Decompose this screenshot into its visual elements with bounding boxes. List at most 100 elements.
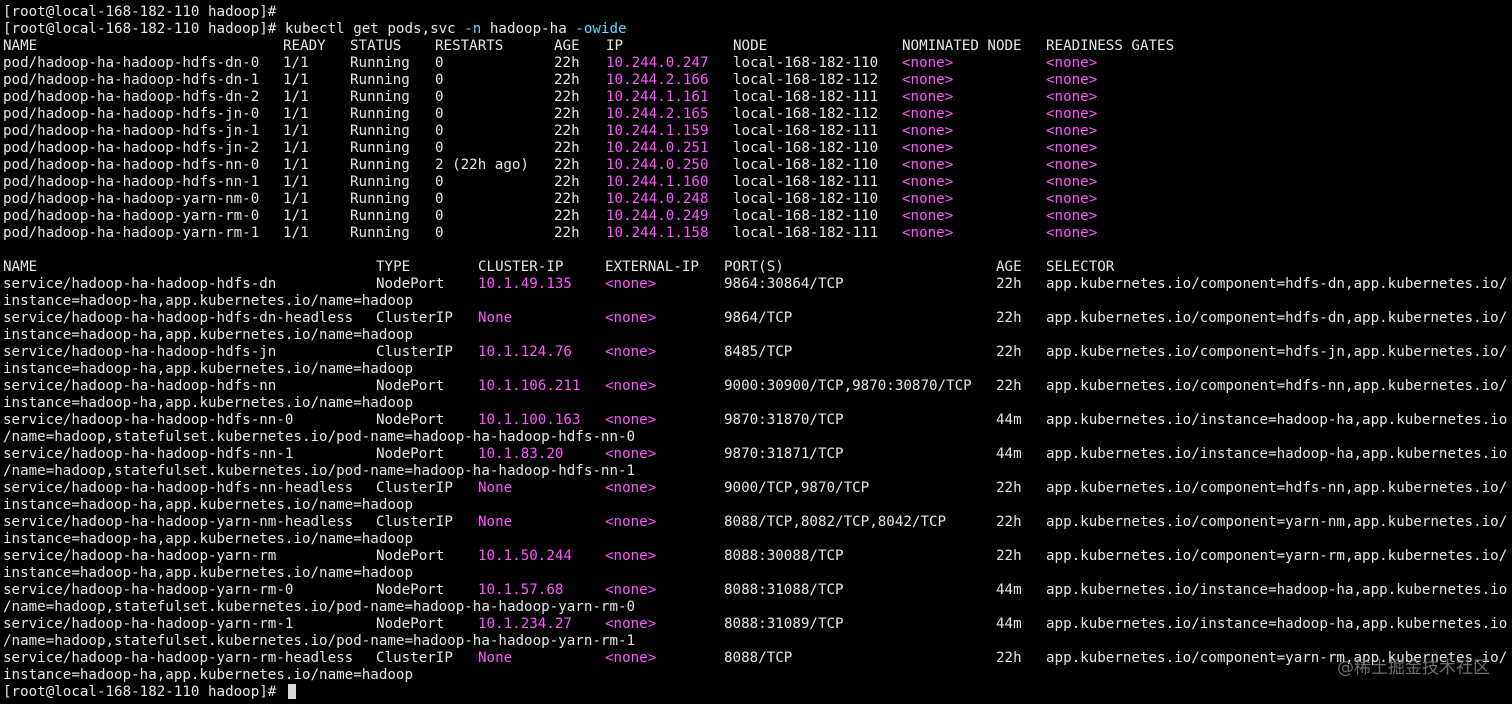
- cluster-ip-cell: 10.1.124.76: [478, 344, 572, 360]
- selector-continuation: instance=hadoop-ha,app.kubernetes.io/nam…: [3, 497, 413, 513]
- nominated-node-header: NOMINATED NODE: [902, 38, 1022, 54]
- selector-cell: app.kubernetes.io/instance=hadoop-ha,app…: [1046, 616, 1508, 632]
- selector-continuation: instance=hadoop-ha,app.kubernetes.io/nam…: [3, 293, 413, 309]
- service-name-cell: service/hadoop-ha-hadoop-hdfs-nn: [3, 378, 277, 394]
- table-row: pod/hadoop-ha-hadoop-yarn-nm-0 1/1 Running…: [3, 191, 1512, 208]
- age-cell: 22h: [554, 89, 580, 105]
- command-line: [root@local-168-182-110 hadoop]# kubectl…: [3, 21, 1512, 38]
- pod-name-cell: pod/hadoop-ha-hadoop-hdfs-dn-0: [3, 55, 260, 71]
- ip-cell: 10.244.0.248: [606, 191, 709, 207]
- table-row: pod/hadoop-ha-hadoop-hdfs-jn-0 1/1 Running…: [3, 106, 1512, 123]
- selector-continuation: instance=hadoop-ha,app.kubernetes.io/nam…: [3, 327, 413, 343]
- ports-cell: 8485/TCP: [724, 344, 793, 360]
- restarts-cell: 0: [435, 72, 444, 88]
- ready-cell: 1/1: [283, 191, 309, 207]
- ip-header: IP: [606, 38, 624, 54]
- external-ip-cell: <none>: [605, 548, 657, 564]
- external-ip-cell: <none>: [605, 616, 657, 632]
- table-row: service/hadoop-ha-hadoop-yarn-rm NodePort…: [3, 548, 1512, 565]
- selector-continuation: instance=hadoop-ha,app.kubernetes.io/nam…: [3, 395, 413, 411]
- external-ip-header: EXTERNAL-IP: [605, 259, 699, 275]
- pod-name-header: NAME: [3, 38, 38, 54]
- age-cell: 22h: [554, 174, 580, 190]
- terminal-window[interactable]: [root@local-168-182-110 hadoop]# [root@l…: [3, 4, 1512, 701]
- service-name-cell: service/hadoop-ha-hadoop-yarn-rm-0: [3, 582, 294, 598]
- command-namespace: hadoop-ha: [481, 21, 576, 37]
- selector-continuation: /name=hadoop,statefulset.kubernetes.io/p…: [3, 633, 636, 649]
- nominated-node-cell: <none>: [902, 89, 954, 105]
- pod-name-cell: pod/hadoop-ha-hadoop-hdfs-jn-0: [3, 106, 260, 122]
- status-cell: Running: [350, 174, 410, 190]
- selector-continuation: /name=hadoop,statefulset.kubernetes.io/p…: [3, 463, 636, 479]
- cursor-block-icon: [287, 684, 296, 699]
- selector-continuation: /name=hadoop,statefulset.kubernetes.io/p…: [3, 599, 636, 615]
- status-cell: Running: [350, 55, 410, 71]
- node-cell: local-168-182-110: [733, 191, 879, 207]
- type-cell: NodePort: [376, 582, 445, 598]
- pod-name-cell: pod/hadoop-ha-hadoop-hdfs-dn-1: [3, 72, 260, 88]
- type-cell: NodePort: [376, 548, 445, 564]
- table-row: pod/hadoop-ha-hadoop-hdfs-jn-1 1/1 Running…: [3, 123, 1512, 140]
- table-row: pod/hadoop-ha-hadoop-hdfs-dn-2 1/1 Running…: [3, 89, 1512, 106]
- status-cell: Running: [350, 225, 410, 241]
- prompt: [root@local-168-182-110 hadoop]#: [3, 684, 285, 700]
- restarts-cell: 0: [435, 140, 444, 156]
- cluster-ip-cell: None: [478, 480, 513, 496]
- cluster-ip-cell: 10.1.106.211: [478, 378, 581, 394]
- external-ip-cell: <none>: [605, 446, 657, 462]
- ip-cell: 10.244.2.166: [606, 72, 709, 88]
- restarts-cell: 0: [435, 208, 444, 224]
- cluster-ip-cell: None: [478, 514, 513, 530]
- external-ip-cell: <none>: [605, 650, 657, 666]
- nominated-node-cell: <none>: [902, 72, 954, 88]
- selector-continuation: instance=hadoop-ha,app.kubernetes.io/nam…: [3, 361, 413, 377]
- age-cell: 22h: [554, 157, 580, 173]
- age-cell: 22h: [554, 140, 580, 156]
- ports-cell: 9000/TCP,9870/TCP: [724, 480, 870, 496]
- services-table: NAME TYPE CLUSTER-IP EXTERNAL-IP PORT(S) AGE S…: [3, 259, 1512, 684]
- selector-continuation: instance=hadoop-ha,app.kubernetes.io/nam…: [3, 667, 413, 683]
- table-row: pod/hadoop-ha-hadoop-hdfs-nn-1 1/1 Running…: [3, 174, 1512, 191]
- ready-cell: 1/1: [283, 72, 309, 88]
- table-header: NAME TYPE CLUSTER-IP EXTERNAL-IP PORT(S) AGE S…: [3, 259, 1512, 276]
- age-cell: 22h: [996, 344, 1022, 360]
- age-cell: 22h: [996, 378, 1022, 394]
- ports-cell: 8088:31088/TCP: [724, 582, 844, 598]
- nominated-node-cell: <none>: [902, 208, 954, 224]
- restarts-cell: 2 (22h ago): [435, 157, 529, 173]
- age-cell: 22h: [996, 310, 1022, 326]
- ip-cell: 10.244.1.160: [606, 174, 709, 190]
- type-cell: ClusterIP: [376, 344, 453, 360]
- nominated-node-cell: <none>: [902, 174, 954, 190]
- selector-cell: app.kubernetes.io/component=hdfs-dn,app.…: [1046, 276, 1508, 292]
- table-row: pod/hadoop-ha-hadoop-yarn-rm-0 1/1 Running…: [3, 208, 1512, 225]
- type-cell: ClusterIP: [376, 480, 453, 496]
- status-cell: Running: [350, 106, 410, 122]
- restarts-cell: 0: [435, 106, 444, 122]
- selector-cell: app.kubernetes.io/component=yarn-rm,app.…: [1046, 548, 1508, 564]
- type-cell: ClusterIP: [376, 514, 453, 530]
- restarts-cell: 0: [435, 123, 444, 139]
- ports-header: PORT(S): [724, 259, 784, 275]
- restarts-cell: 0: [435, 191, 444, 207]
- table-row: service/hadoop-ha-hadoop-hdfs-nn-headles…: [3, 480, 1512, 497]
- status-header: STATUS: [350, 38, 402, 54]
- type-header: TYPE: [376, 259, 411, 275]
- ports-cell: 8088/TCP: [724, 650, 793, 666]
- final-prompt-line[interactable]: [root@local-168-182-110 hadoop]#: [3, 684, 1512, 701]
- table-row: service/hadoop-ha-hadoop-yarn-rm-0 NodePo…: [3, 582, 1512, 599]
- pod-name-cell: pod/hadoop-ha-hadoop-yarn-nm-0: [3, 191, 260, 207]
- external-ip-cell: <none>: [605, 310, 657, 326]
- ip-cell: 10.244.1.158: [606, 225, 709, 241]
- ready-cell: 1/1: [283, 140, 309, 156]
- age-cell: 22h: [996, 480, 1022, 496]
- readiness-gates-cell: <none>: [1046, 157, 1098, 173]
- status-cell: Running: [350, 140, 410, 156]
- status-cell: Running: [350, 89, 410, 105]
- nominated-node-cell: <none>: [902, 140, 954, 156]
- service-name-cell: service/hadoop-ha-hadoop-hdfs-jn: [3, 344, 277, 360]
- age-cell: 22h: [554, 208, 580, 224]
- table-header: NAME READY STATUS RESTARTS AGE IP NODE NOMINATE…: [3, 38, 1512, 55]
- pod-name-cell: pod/hadoop-ha-hadoop-hdfs-jn-1: [3, 123, 260, 139]
